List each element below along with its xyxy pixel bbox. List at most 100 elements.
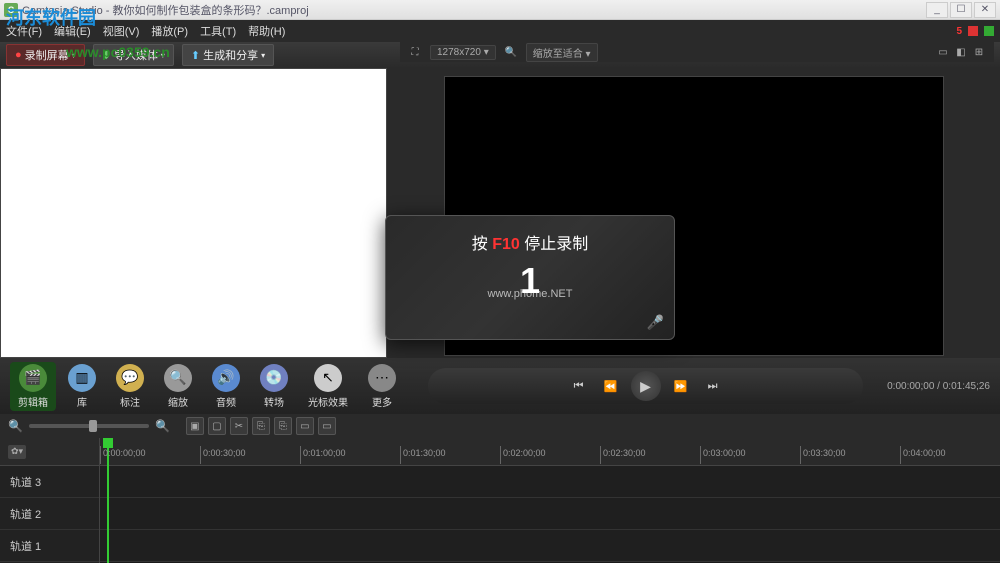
tool-label: 更多 <box>372 394 392 409</box>
ruler-tick: 0:03:30;00 <box>800 446 846 464</box>
status-icon[interactable] <box>984 26 994 36</box>
dimensions-label: 1278x720 <box>437 47 481 58</box>
zoom-row: 🔍 🔍 ▣▢✂⎘⎘▭▭ <box>0 414 1000 438</box>
next-button[interactable]: ⏭ <box>701 374 725 398</box>
menu-tools[interactable]: 工具(T) <box>200 23 236 39</box>
ruler-tick: 0:02:30;00 <box>600 446 646 464</box>
tool-标注[interactable]: 💬 标注 <box>108 362 152 411</box>
track-label-1[interactable]: 轨道 1 <box>0 530 99 562</box>
preview-toolbar: ⛶ 1278x720 ▾ 🔍 缩放至适合 ▾ ▭ ◧ ⊞ <box>400 42 994 62</box>
track-labels: ✿▾ 轨道 3 轨道 2 轨道 1 <box>0 438 100 563</box>
track-2[interactable] <box>100 498 1000 530</box>
timeline-ruler[interactable]: 0:00:00;00 0:00:30;00 0:01:00;00 0:01:30;00… <box>100 438 1000 466</box>
ruler-tick: 0:04:00;00 <box>900 446 946 464</box>
maximize-button[interactable]: ☐ <box>950 2 972 18</box>
titlebar: C Camtasia Studio - 教你如何制作包装盒的条形码？.campr… <box>0 0 1000 20</box>
ruler-tick: 0:01:30;00 <box>400 446 446 464</box>
track-area[interactable]: 0:00:00;00 0:00:30;00 0:01:00;00 0:01:30;00… <box>100 438 1000 563</box>
forward-button[interactable]: ⏩ <box>669 374 693 398</box>
track-label-3[interactable]: 轨道 3 <box>0 466 99 498</box>
fullscreen-icon[interactable]: ⛶ <box>408 45 422 59</box>
time-display: 0:00:00;00 / 0:01:45;26 <box>887 381 990 392</box>
ruler-tick: 0:02:00;00 <box>500 446 546 464</box>
tool-转场[interactable]: 💿 转场 <box>252 362 296 411</box>
produce-share-button[interactable]: ⬆ 生成和分享 ▾ <box>182 44 274 66</box>
gear-icon[interactable]: ✿▾ <box>8 445 26 459</box>
tool-icon: 🎬 <box>19 364 47 392</box>
dropdown-icon: ▾ <box>261 51 265 60</box>
tool-label: 标注 <box>120 394 140 409</box>
edit-button-5[interactable]: ▭ <box>296 417 314 435</box>
tool-label: 库 <box>77 394 87 409</box>
ruler-tick: 0:00:00;00 <box>100 446 146 464</box>
tool-label: 缩放 <box>168 394 188 409</box>
zoom-fit-label: 缩放至适合 <box>533 49 583 60</box>
track-head: ✿▾ <box>0 438 99 466</box>
tool-音频[interactable]: 🔊 音频 <box>204 362 248 411</box>
zoom-search-icon[interactable]: 🔍 <box>504 45 518 59</box>
menu-view[interactable]: 视图(V) <box>103 23 140 39</box>
dimensions-dropdown[interactable]: 1278x720 ▾ <box>430 45 496 60</box>
ruler-tick: 0:01:00;00 <box>300 446 346 464</box>
page-watermark-url: www.pc0359.cn <box>66 44 170 60</box>
minimize-button[interactable]: _ <box>926 2 948 18</box>
menu-play[interactable]: 播放(P) <box>151 23 188 39</box>
flag-icon[interactable] <box>968 26 978 36</box>
edit-button-2[interactable]: ✂ <box>230 417 248 435</box>
preview-option-1-icon[interactable]: ▭ <box>936 45 950 59</box>
zoom-in-icon[interactable]: 🔍 <box>155 419 170 433</box>
prev-button[interactable]: ⏮ <box>567 374 591 398</box>
menu-help[interactable]: 帮助(H) <box>248 23 285 39</box>
ruler-tick: 0:03:00;00 <box>700 446 746 464</box>
tool-label: 光标效果 <box>308 394 348 409</box>
tool-剪辑箱[interactable]: 🎬 剪辑箱 <box>10 362 56 411</box>
tool-更多[interactable]: ⋯ 更多 <box>360 362 404 411</box>
menubar-right: 5 <box>956 26 994 37</box>
preview-option-3-icon[interactable]: ⊞ <box>972 45 986 59</box>
tool-icon: ▥ <box>68 364 96 392</box>
tool-label: 剪辑箱 <box>18 394 48 409</box>
zoom-out-icon[interactable]: 🔍 <box>8 419 23 433</box>
edit-button-0[interactable]: ▣ <box>186 417 204 435</box>
menubar: 文件(F) 编辑(E) 视图(V) 播放(P) 工具(T) 帮助(H) 5 <box>0 20 1000 42</box>
play-button[interactable]: ▶ <box>631 371 661 401</box>
tool-icon: 🔍 <box>164 364 192 392</box>
tool-icon: 💬 <box>116 364 144 392</box>
rewind-button[interactable]: ⏪ <box>599 374 623 398</box>
tool-icon: ↖ <box>314 364 342 392</box>
edit-button-6[interactable]: ▭ <box>318 417 336 435</box>
ruler-tick: 0:00:30;00 <box>200 446 246 464</box>
track-3[interactable] <box>100 466 1000 498</box>
tool-icon: 🔊 <box>212 364 240 392</box>
zoom-slider[interactable] <box>29 424 149 428</box>
tool-icon: 💿 <box>260 364 288 392</box>
countdown-number: 1 <box>520 260 540 302</box>
track-1[interactable] <box>100 530 1000 562</box>
zoom-thumb[interactable] <box>89 420 97 432</box>
close-button[interactable]: ✕ <box>974 2 996 18</box>
produce-label: 生成和分享 <box>203 47 258 63</box>
track-label-2[interactable]: 轨道 2 <box>0 498 99 530</box>
window-title: Camtasia Studio - 教你如何制作包装盒的条形码？.camproj <box>22 2 926 18</box>
playback-controls: ⏮ ⏪ ▶ ⏩ ⏭ <box>428 368 863 404</box>
popup-message: 按 F10 停止录制 <box>472 230 588 254</box>
clip-bin[interactable] <box>0 68 387 358</box>
zoom-fit-dropdown[interactable]: 缩放至适合 ▾ <box>526 43 598 62</box>
tools-row: 🎬剪辑箱▥库💬标注🔍缩放🔊音频💿转场↖光标效果⋯更多 ⏮ ⏪ ▶ ⏩ ⏭ 0:0… <box>0 358 1000 414</box>
edit-button-3[interactable]: ⎘ <box>252 417 270 435</box>
tool-缩放[interactable]: 🔍 缩放 <box>156 362 200 411</box>
timeline: ✿▾ 轨道 3 轨道 2 轨道 1 0:00:00;000:00:30;000:… <box>0 438 1000 563</box>
tool-光标效果[interactable]: ↖ 光标效果 <box>300 362 356 411</box>
tool-label: 音频 <box>216 394 236 409</box>
edit-button-4[interactable]: ⎘ <box>274 417 292 435</box>
preview-option-2-icon[interactable]: ◧ <box>954 45 968 59</box>
window-buttons: _ ☐ ✕ <box>926 2 996 18</box>
tool-label: 转场 <box>264 394 284 409</box>
tool-库[interactable]: ▥库 <box>60 362 104 411</box>
tool-icon: ⋯ <box>368 364 396 392</box>
record-label: 录制屏幕 <box>25 47 69 63</box>
page-watermark-logo: 河东软件园 <box>6 4 96 30</box>
hotkey-label: F10 <box>492 236 520 253</box>
microphone-icon[interactable]: 🎤 <box>647 314 664 331</box>
edit-button-1[interactable]: ▢ <box>208 417 226 435</box>
